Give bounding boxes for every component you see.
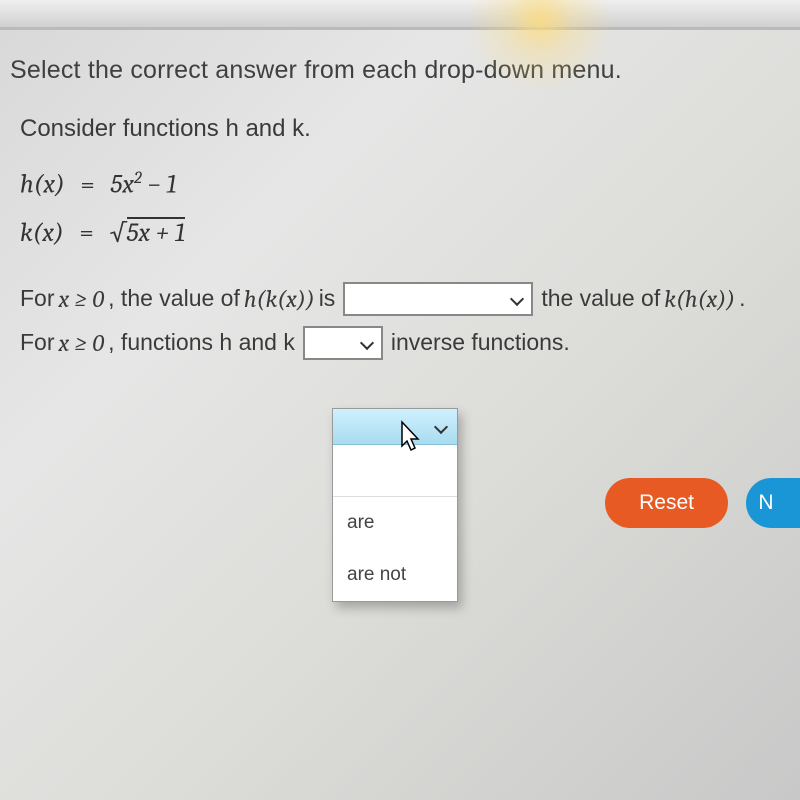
question-line-1: For x ≥ 0 , the value of h(k(x)) is the … [20, 282, 790, 316]
l1-mid2: is [319, 285, 336, 312]
l1-cond: x ≥ 0 [59, 285, 105, 313]
h-rhs-b: − 1 [142, 170, 177, 200]
l2-post: inverse functions. [391, 329, 570, 356]
top-bar [0, 0, 800, 30]
h-sup: 2 [134, 169, 142, 188]
button-row: Reset N [605, 478, 800, 528]
next-button[interactable]: N [746, 478, 800, 528]
l2-pre: For [20, 329, 55, 356]
reset-button[interactable]: Reset [605, 478, 728, 528]
cursor-pointer-icon [394, 420, 426, 460]
radicand: 5x + 1 [127, 216, 185, 248]
chevron-down-icon [511, 292, 525, 306]
equation-h: h(x) = 5x2 − 1 [20, 169, 790, 200]
k-lhs: k(x) [20, 218, 64, 248]
l2-cond: x ≥ 0 [59, 329, 105, 357]
question-line-2: For x ≥ 0 , functions h and k inverse fu… [20, 326, 790, 360]
l1-exprA: h(k(x)) [244, 285, 315, 313]
l1-end: . [739, 285, 745, 312]
l1-mid1: , the value of [108, 285, 240, 312]
l1-exprB: k(h(x)) [664, 285, 735, 313]
question-block: For x ≥ 0 , the value of h(k(x)) is the … [20, 282, 790, 360]
radical-sign: √ [110, 218, 127, 248]
dropdown-2[interactable] [303, 326, 383, 360]
l2-mid: , functions h and k [108, 329, 295, 356]
h-lhs: h(x) [20, 170, 65, 200]
l1-post1: the value of [541, 285, 660, 312]
l1-pre: For [20, 285, 55, 312]
consider-text: Consider functions h and k. [20, 115, 790, 143]
dropdown-1[interactable] [343, 282, 533, 316]
chevron-down-icon [361, 336, 375, 350]
h-rhs-a: 5x [111, 170, 134, 200]
content-area: Select the correct answer from each drop… [0, 30, 800, 380]
chevron-down-icon [435, 420, 449, 434]
dropdown-option-are[interactable]: are [333, 497, 457, 549]
eq-sign: = [80, 170, 94, 200]
instruction-text: Select the correct answer from each drop… [10, 56, 790, 85]
dropdown-option-are-not[interactable]: are not [333, 549, 457, 601]
equation-k: k(x) = √5x + 1 [20, 216, 790, 248]
eq-sign-2: = [79, 218, 93, 248]
